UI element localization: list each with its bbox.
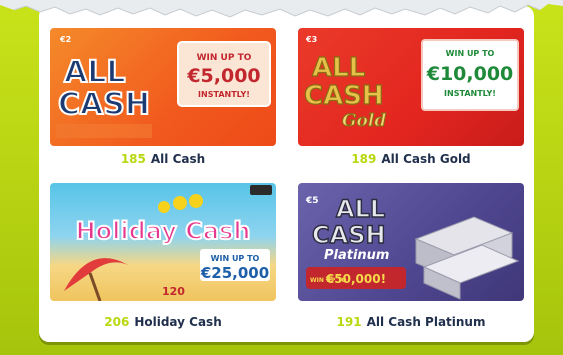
prize-line-1: WIN UP TO [446,49,495,58]
prize-line-1: WIN UP TO [211,254,260,263]
game-caption-all-cash-gold[interactable]: 189 All Cash Gold [298,152,524,166]
ticket-title-top: ALL [64,55,125,90]
prize-amount: €5,000 [186,65,260,87]
all-cash-gold-ticket-art: €3 ALL CASH Gold WIN UP TO €10,000 INSTA… [303,35,519,132]
game-tile-all-cash-platinum[interactable]: €5 ALL CASH Platinum WIN UP TO €50,000! [298,183,524,301]
prize-amount: €50,000! [325,272,386,286]
game-name: Holiday Cash [134,315,222,329]
all-cash-ticket-art: €2 ALL CASH WIN UP TO €5,000 INSTANTLY! [56,35,271,138]
price-tag: €3 [305,35,317,44]
ticket-code: 120 [162,285,185,298]
prize-amount: €10,000 [426,63,514,85]
ticket-title-top: ALL [336,195,385,223]
prize-line-2: INSTANTLY! [198,90,250,99]
ticket-title-sub: Platinum [324,248,389,263]
silver-bars-image [414,216,520,300]
ticket-title-bottom: CASH [304,81,384,111]
ticket-title-sub: Gold [342,111,386,131]
torn-paper-edge [0,0,563,18]
game-name: All Cash Gold [381,152,471,166]
ticket-title-top: ALL [312,53,365,83]
ticket-title-bottom: CASH [58,87,150,122]
game-caption-all-cash[interactable]: 185 All Cash [50,152,276,166]
game-caption-holiday-cash[interactable]: 206 Holiday Cash [50,315,276,329]
prize-amount: €25,000 [200,264,269,282]
game-number: 189 [351,152,377,166]
ticket-title-bottom: CASH [312,221,386,249]
game-number: 191 [336,315,362,329]
all-cash-platinum-ticket-art: €5 ALL CASH Platinum WIN UP TO €50,000! [305,194,520,300]
game-name: All Cash [150,152,206,166]
game-tile-holiday-cash[interactable]: Holiday Cash WIN UP TO €25,000 120 [50,183,276,301]
game-tile-all-cash[interactable]: €2 ALL CASH WIN UP TO €5,000 INSTANTLY! [50,28,276,146]
ticket-title: Holiday Cash [76,217,251,245]
prize-line-2: INSTANTLY! [444,89,496,98]
game-tile-all-cash-gold[interactable]: €3 ALL CASH Gold WIN UP TO €10,000 INSTA… [298,28,524,146]
game-name: All Cash Platinum [366,315,486,329]
prize-line-1: WIN UP TO [197,53,252,63]
game-number: 206 [104,315,130,329]
holiday-cash-ticket-art: Holiday Cash WIN UP TO €25,000 120 [64,185,272,301]
price-tag: €2 [59,35,71,44]
game-number: 185 [120,152,146,166]
game-caption-all-cash-platinum[interactable]: 191 All Cash Platinum [298,315,524,329]
price-tag: €5 [305,196,319,206]
